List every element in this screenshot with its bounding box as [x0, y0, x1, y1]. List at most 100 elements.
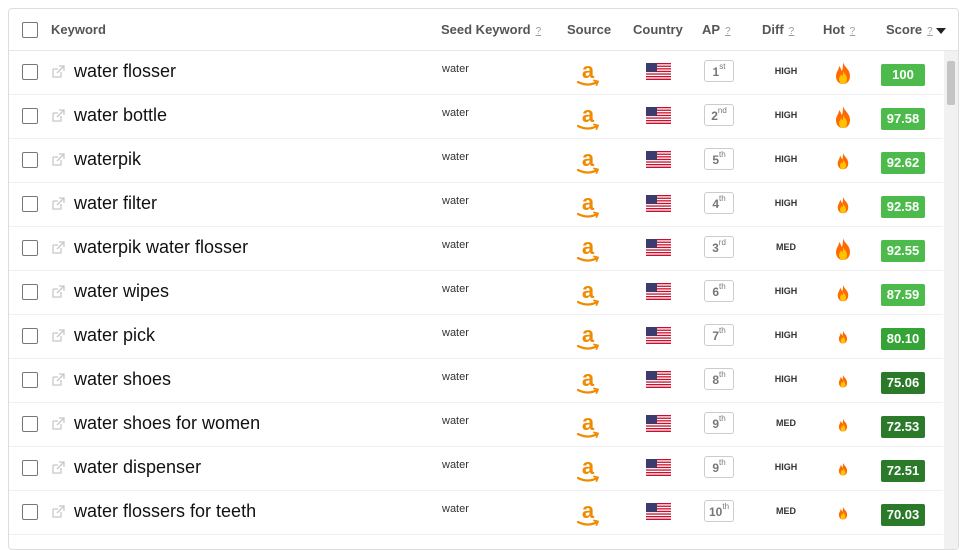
fire-icon	[838, 462, 848, 476]
row-checkbox[interactable]	[22, 416, 38, 432]
ap-rank-badge: 8th	[704, 368, 734, 390]
seed-keyword: water	[442, 239, 469, 251]
external-link-icon[interactable]	[50, 372, 66, 388]
ap-rank-value: 10	[708, 505, 723, 519]
amazon-logo-icon: a	[576, 102, 600, 130]
help-icon[interactable]: ?	[927, 26, 933, 37]
header-keyword[interactable]: Keyword	[51, 9, 106, 51]
help-icon[interactable]: ?	[536, 26, 542, 37]
ap-rank-badge: 6th	[704, 280, 734, 302]
help-icon[interactable]: ?	[725, 26, 731, 37]
keyword-link[interactable]: waterpik	[74, 149, 141, 170]
seed-keyword: water	[442, 283, 469, 295]
external-link-icon[interactable]	[50, 460, 66, 476]
table-row[interactable]: waterpik water a 5th HIGH 92.62	[9, 139, 943, 183]
table-row[interactable]: water bottle water a 2nd HIGH 97.58	[9, 95, 943, 139]
header-diff[interactable]: Diff?	[762, 9, 794, 51]
table-row[interactable]: water shoes water a 8th HIGH 75.06	[9, 359, 943, 403]
ap-rank-value: 2	[711, 109, 718, 123]
ap-rank-badge: 3rd	[704, 236, 734, 258]
keyword-link[interactable]: waterpik water flosser	[74, 237, 248, 258]
difficulty-label: HIGH	[774, 110, 798, 120]
table-row[interactable]: water flosser water a 1st HIGH 100	[9, 51, 943, 95]
amazon-logo-icon: a	[576, 366, 600, 394]
external-link-icon[interactable]	[50, 196, 66, 212]
row-checkbox[interactable]	[22, 152, 38, 168]
svg-text:a: a	[582, 278, 595, 303]
row-checkbox[interactable]	[22, 504, 38, 520]
external-link-icon[interactable]	[50, 152, 66, 168]
ap-rank-value: 6	[712, 285, 719, 299]
seed-keyword: water	[442, 503, 469, 515]
amazon-logo-icon: a	[576, 278, 600, 306]
keyword-link[interactable]: water dispenser	[74, 457, 201, 478]
us-flag-icon	[646, 195, 671, 212]
table-row[interactable]: waterpik water flosser water a 3rd MED 9…	[9, 227, 943, 271]
ap-rank-badge: 7th	[704, 324, 734, 346]
keyword-link[interactable]: water shoes	[74, 369, 171, 390]
us-flag-icon	[646, 239, 671, 256]
header-hot[interactable]: Hot?	[823, 9, 855, 51]
svg-text:a: a	[582, 322, 595, 347]
keyword-link[interactable]: water bottle	[74, 105, 167, 126]
fire-icon	[838, 330, 848, 344]
svg-text:a: a	[582, 498, 595, 523]
us-flag-icon	[646, 283, 671, 300]
header-seed-keyword[interactable]: Seed Keyword?	[441, 9, 541, 51]
seed-keyword: water	[442, 327, 469, 339]
row-checkbox[interactable]	[22, 460, 38, 476]
table-row[interactable]: water filter water a 4th HIGH 92.58	[9, 183, 943, 227]
table-row[interactable]: water shoes for women water a 9th MED 72…	[9, 403, 943, 447]
keyword-link[interactable]: water flossers for teeth	[74, 501, 256, 522]
us-flag-icon	[646, 63, 671, 80]
help-icon[interactable]: ?	[789, 26, 795, 37]
header-source[interactable]: Source	[567, 9, 611, 51]
external-link-icon[interactable]	[50, 284, 66, 300]
table-row[interactable]: water pick water a 7th HIGH 80.10	[9, 315, 943, 359]
row-checkbox[interactable]	[22, 372, 38, 388]
difficulty-label: HIGH	[774, 66, 798, 76]
header-country[interactable]: Country	[633, 9, 683, 51]
row-checkbox[interactable]	[22, 196, 38, 212]
score-badge: 92.58	[881, 196, 925, 218]
external-link-icon[interactable]	[50, 64, 66, 80]
seed-keyword: water	[442, 415, 469, 427]
difficulty-label: HIGH	[774, 198, 798, 208]
ap-rank-badge: 1st	[704, 60, 734, 82]
keyword-link[interactable]: water filter	[74, 193, 157, 214]
amazon-logo-icon: a	[576, 322, 600, 350]
table-row[interactable]: water flossers for teeth water a 10th ME…	[9, 491, 943, 535]
external-link-icon[interactable]	[50, 108, 66, 124]
header-ap[interactable]: AP?	[702, 9, 731, 51]
keyword-link[interactable]: water wipes	[74, 281, 169, 302]
svg-text:a: a	[582, 190, 595, 215]
table-row[interactable]: water wipes water a 6th HIGH 87.59	[9, 271, 943, 315]
ap-rank-badge: 4th	[704, 192, 734, 214]
keyword-link[interactable]: water shoes for women	[74, 413, 260, 434]
row-checkbox[interactable]	[22, 108, 38, 124]
svg-text:a: a	[582, 146, 595, 171]
ap-rank-value: 8	[712, 373, 719, 387]
external-link-icon[interactable]	[50, 328, 66, 344]
row-checkbox[interactable]	[22, 328, 38, 344]
score-badge: 92.62	[881, 152, 925, 174]
score-badge: 92.55	[881, 240, 925, 262]
header-score[interactable]: Score?	[886, 9, 946, 51]
external-link-icon[interactable]	[50, 416, 66, 432]
ap-rank-suffix: th	[719, 458, 726, 467]
select-all-checkbox[interactable]	[22, 22, 38, 38]
row-checkbox[interactable]	[22, 64, 38, 80]
help-icon[interactable]: ?	[850, 26, 856, 37]
row-checkbox[interactable]	[22, 284, 38, 300]
keyword-link[interactable]: water flosser	[74, 61, 176, 82]
vertical-scrollbar[interactable]	[944, 51, 958, 549]
table-row[interactable]: water dispenser water a 9th HIGH 72.51	[9, 447, 943, 491]
seed-keyword: water	[442, 107, 469, 119]
external-link-icon[interactable]	[50, 504, 66, 520]
sort-desc-icon[interactable]	[935, 27, 946, 34]
keyword-link[interactable]: water pick	[74, 325, 155, 346]
difficulty-label: HIGH	[774, 330, 798, 340]
external-link-icon[interactable]	[50, 240, 66, 256]
scrollbar-thumb[interactable]	[947, 61, 955, 105]
row-checkbox[interactable]	[22, 240, 38, 256]
